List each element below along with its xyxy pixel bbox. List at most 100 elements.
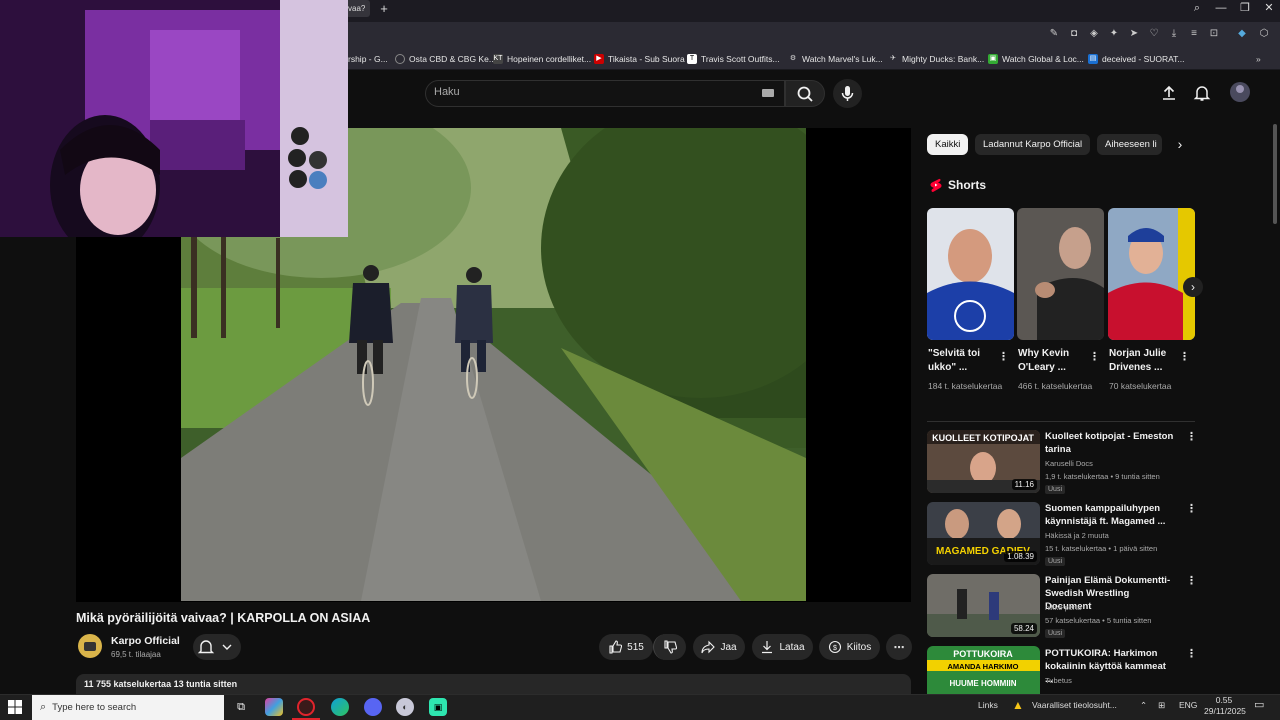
search-input[interactable]: Haku <box>434 86 734 101</box>
app-icon[interactable]: ◐ <box>396 698 414 716</box>
kt-icon: KT <box>493 54 503 64</box>
vpn-icon[interactable]: ◆ <box>1235 27 1249 41</box>
heart-icon[interactable]: ♡ <box>1147 27 1161 41</box>
more-vert-icon[interactable]: ⋮ <box>1186 430 1197 443</box>
channel-name[interactable]: Karpo Official <box>111 635 180 647</box>
bookmark-item[interactable]: ▶ Tikaista - Sub Suora <box>594 51 685 67</box>
windows-start-button[interactable] <box>8 700 24 714</box>
short-title[interactable]: Norjan Julie Drivenes ... <box>1109 347 1184 375</box>
rec-channel[interactable]: Karuselli Docs <box>1045 458 1185 470</box>
menu-icon[interactable]: ≡ <box>1187 27 1201 41</box>
rec-thumbnail[interactable]: MAGAMED GADIEV 1.08.39 <box>927 502 1040 565</box>
clock-date: 29/11/2025 <box>1204 706 1246 716</box>
shorts-next-button[interactable]: › <box>1183 277 1203 297</box>
chip-all[interactable]: Kaikki <box>927 134 969 155</box>
network-icon[interactable]: ⊞ <box>1158 700 1165 711</box>
bookmark-item[interactable]: ✈ Mighty Ducks: Bank... <box>888 51 984 67</box>
more-vert-icon[interactable]: ⋮ <box>1179 350 1190 363</box>
search-icon: ⌕ <box>40 701 47 713</box>
edit-icon[interactable]: ✎ <box>1047 27 1061 41</box>
shorts-icon <box>930 178 942 192</box>
app-icon[interactable]: ▣ <box>429 698 447 716</box>
rec-thumbnail[interactable]: KUOLLEET KOTIPOJAT 11.16 <box>927 430 1040 493</box>
bookmarks-overflow-icon[interactable]: » <box>1256 51 1261 67</box>
more-vert-icon[interactable]: ⋮ <box>1089 350 1100 363</box>
bookmark-item[interactable]: Osta CBD & CBG Ke... <box>395 51 496 67</box>
discord-icon[interactable] <box>364 698 382 716</box>
thanks-button[interactable]: $ Kiitos <box>819 634 880 660</box>
bookmark-item[interactable]: ▤ deceived - SUORAT... <box>1088 51 1185 67</box>
extension-icon[interactable]: ✦ <box>1107 27 1121 41</box>
send-icon[interactable]: ➤ <box>1127 27 1141 41</box>
bookmark-item[interactable]: T Travis Scott Outfits... <box>687 51 780 67</box>
description-box[interactable]: 11 755 katselukertaa 13 tuntia sitten <box>76 674 911 694</box>
weather-status[interactable]: Vaaralliset tieolosuht... <box>1032 700 1117 710</box>
notification-center-icon[interactable]: ▭ <box>1254 698 1264 711</box>
rec-thumbnail[interactable]: 58.24 <box>927 574 1040 637</box>
short-title[interactable]: "Selvitä toi ukko" ... <box>928 347 1003 375</box>
avatar[interactable] <box>1230 82 1250 102</box>
chevron-up-icon[interactable]: ⌃ <box>1140 700 1147 711</box>
shield-icon[interactable]: ◈ <box>1087 27 1101 41</box>
search-button[interactable] <box>785 80 825 107</box>
more-vert-icon[interactable]: ⋮ <box>1186 574 1197 587</box>
rec-channel[interactable]: Häkissä ja 2 muuta <box>1045 530 1185 542</box>
rec-title[interactable]: Kuolleet kotipojat - Emeston tarina <box>1045 430 1175 456</box>
voice-search-button[interactable] <box>833 79 862 108</box>
opera-browser-icon[interactable] <box>297 698 315 716</box>
dislike-button[interactable] <box>653 634 686 660</box>
language-indicator[interactable]: ENG <box>1179 700 1197 710</box>
video-duration: 58.24 <box>1010 623 1037 634</box>
more-vert-icon[interactable]: ⋮ <box>1186 647 1197 660</box>
upload-button[interactable] <box>1160 84 1178 107</box>
share-button[interactable]: Jaa <box>693 634 745 660</box>
new-tab-button[interactable]: + <box>376 1 392 17</box>
bookmark-item[interactable]: ⚙ Watch Marvel's Luk... <box>788 51 883 67</box>
browser-tab-active[interactable]: vaa? <box>346 0 370 17</box>
chip-related[interactable]: Aiheeseen li <box>1097 134 1162 155</box>
short-thumbnail-image <box>1108 208 1195 340</box>
rec-channel[interactable]: Tubetus <box>1045 675 1185 687</box>
more-actions-button[interactable]: ⋯ <box>886 634 912 660</box>
download-button[interactable]: Lataa <box>752 634 813 660</box>
more-vert-icon[interactable]: ⋮ <box>998 350 1009 363</box>
short-title[interactable]: Why Kevin O'Leary ... <box>1018 347 1093 375</box>
search-icon[interactable]: ⌕ <box>1185 0 1209 18</box>
bookmark-item[interactable]: KT Hopeinen cordelliket... <box>493 51 591 67</box>
chip-channel[interactable]: Ladannut Karpo Official <box>975 134 1091 155</box>
links-toolbar[interactable]: Links <box>978 700 998 710</box>
app-icon[interactable] <box>265 698 283 716</box>
rec-title[interactable]: Suomen kamppailuhypen käynnistäjä ft. Ma… <box>1045 502 1175 528</box>
duck-icon: ✈ <box>890 55 896 62</box>
bookmark-item[interactable]: ▣ Watch Global & Loc... <box>988 51 1084 67</box>
chevron-right-icon[interactable]: › <box>1170 134 1190 155</box>
warning-icon[interactable]: ▲ <box>1012 698 1024 712</box>
close-window-button[interactable]: ✕ <box>1257 0 1280 18</box>
lock-icon[interactable]: ⊡ <box>1207 27 1221 41</box>
rec-channel[interactable]: nikke pena <box>1045 602 1185 614</box>
settings-icon[interactable]: ⬡ <box>1257 27 1271 41</box>
task-view-icon[interactable]: ⧉ <box>232 698 250 716</box>
maximize-button[interactable]: ❐ <box>1233 0 1257 18</box>
taskbar-search-input[interactable]: ⌕ Type here to search <box>32 695 224 720</box>
camera-icon[interactable]: ◘ <box>1067 27 1081 41</box>
subscription-bell-button[interactable] <box>193 634 241 660</box>
short-thumbnail[interactable] <box>1108 208 1195 340</box>
t-icon: T <box>687 54 697 64</box>
download-icon[interactable]: ⤓ <box>1167 27 1181 41</box>
short-thumbnail[interactable] <box>927 208 1014 340</box>
keyboard-icon[interactable] <box>762 89 774 97</box>
like-button[interactable]: 515 <box>599 634 653 660</box>
rec-thumbnail[interactable]: POTTUKOIRA AMANDA HARKIMO HUUME HOMMIIN <box>927 646 1040 694</box>
page-scrollbar[interactable] <box>1273 124 1277 224</box>
channel-avatar[interactable] <box>78 634 102 658</box>
more-vert-icon[interactable]: ⋮ <box>1186 502 1197 515</box>
notifications-button[interactable] <box>1193 84 1211 107</box>
download-icon <box>762 641 773 654</box>
subscriber-count: 69,5 t. tilaajaa <box>111 650 161 659</box>
clock[interactable]: 0.55 29/11/2025 <box>1204 695 1246 717</box>
short-thumbnail[interactable] <box>1017 208 1104 340</box>
minimize-button[interactable]: — <box>1209 0 1233 18</box>
edge-browser-icon[interactable] <box>331 698 349 716</box>
bookmark-item[interactable]: rship - G... <box>348 51 388 67</box>
